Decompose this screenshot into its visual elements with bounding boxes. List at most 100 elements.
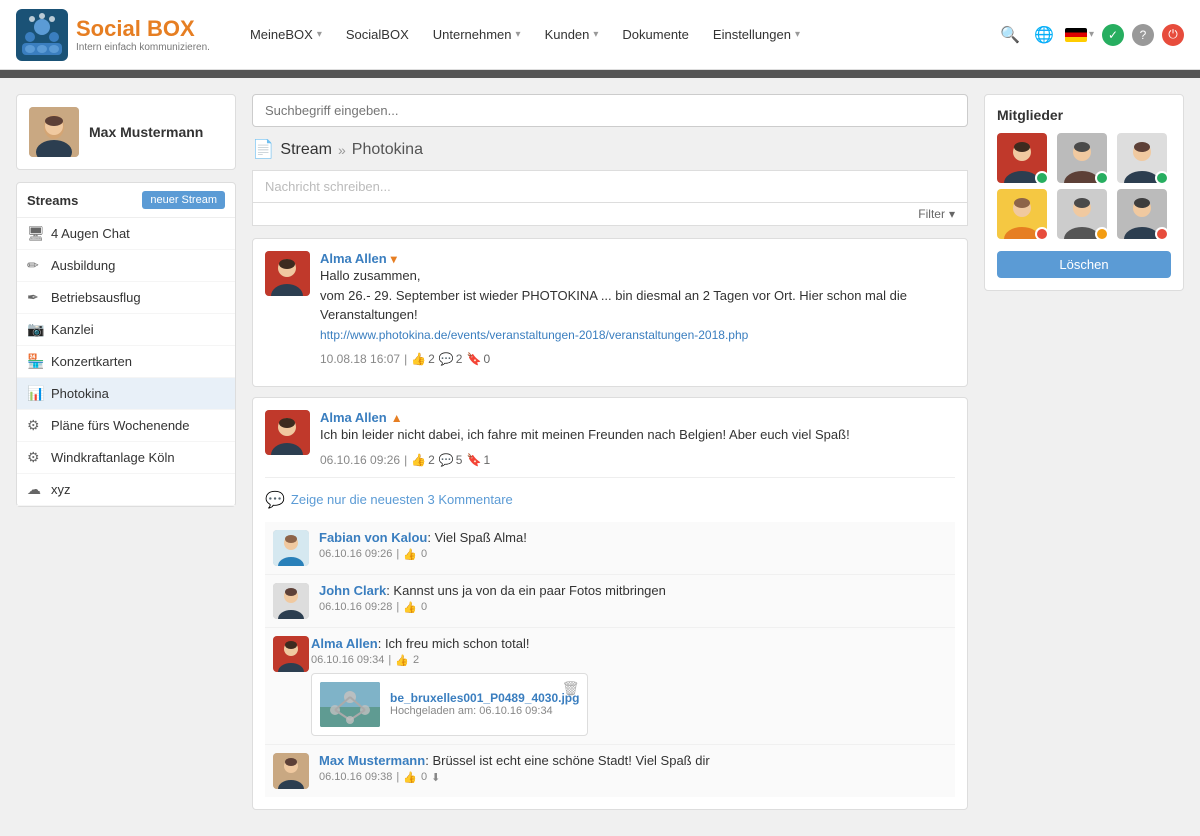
new-stream-button[interactable]: neuer Stream <box>142 191 225 209</box>
members-title: Mitglieder <box>997 107 1171 123</box>
sidebar-item-ausbildung[interactable]: ✏ Ausbildung <box>17 250 235 282</box>
member-2[interactable] <box>1057 133 1107 183</box>
filter-bar: Filter ▾ <box>252 203 968 226</box>
status-badge <box>1035 227 1049 241</box>
document-icon: 📄 <box>252 139 274 160</box>
status-badge <box>1095 227 1109 241</box>
streams-title: Streams <box>27 193 78 208</box>
nav-item-einstellungen[interactable]: Einstellungen ▾ <box>703 19 810 50</box>
logo-title-part1: Social <box>76 16 141 41</box>
globe-icon[interactable]: 🌐 <box>1031 22 1057 48</box>
nav-item-unternehmen[interactable]: Unternehmen ▾ <box>423 19 531 50</box>
center-content: 📄 Stream » Photokina Nachricht schreiben… <box>252 94 968 820</box>
comment-2-meta: 06.10.16 09:28 | 👍 0 <box>319 601 947 614</box>
sidebar-item-xyz[interactable]: ☁ xyz <box>17 474 235 506</box>
comment-1-body: Fabian von Kalou: Viel Spaß Alma! 06.10.… <box>319 530 947 561</box>
comment-4-meta: 06.10.16 09:38 | 👍 0 ⬇ <box>319 771 947 784</box>
sidebar-item-windkraft[interactable]: ⚙ Windkraftanlage Köln <box>17 442 235 474</box>
logo[interactable]: Social BOX Intern einfach kommunizieren. <box>16 9 210 61</box>
comment-4: Max Mustermann: Brüssel ist echt eine sc… <box>265 745 955 797</box>
sidebar-item-betriebsausflug[interactable]: ✒ Betriebsausflug <box>17 282 235 314</box>
left-sidebar: Max Mustermann Streams neuer Stream 🖥 4 … <box>16 94 236 820</box>
chevron-down-icon: ▾ <box>593 29 598 40</box>
main-layout: Max Mustermann Streams neuer Stream 🖥 4 … <box>0 78 1200 836</box>
sidebar-item-konzertkarten[interactable]: 🏪 Konzertkarten <box>17 346 235 378</box>
thumbs-up-icon: 👍 <box>403 548 417 561</box>
post-1-link[interactable]: http://www.photokina.de/events/veranstal… <box>320 328 748 342</box>
cloud-icon: ☁ <box>27 481 43 498</box>
comment-3: Alma Allen: Ich freu mich schon total! 0… <box>265 628 955 745</box>
nav-item-meinebox[interactable]: MeineBOX ▾ <box>240 19 332 50</box>
language-selector[interactable]: ▾ <box>1065 28 1094 42</box>
post-1: Alma Allen ▾ Hallo zusammen, vom 26.- 29… <box>252 238 968 387</box>
filter-arrow-icon[interactable]: ▾ <box>949 207 955 221</box>
chevron-up-icon: ▲ <box>391 411 403 425</box>
nav-item-kunden[interactable]: Kunden ▾ <box>535 19 609 50</box>
attachment-thumbnail <box>320 682 380 727</box>
help-icon[interactable]: ? <box>1132 24 1154 46</box>
sidebar-item-kanzlei[interactable]: 📷 Kanzlei <box>17 314 235 346</box>
avatar <box>273 530 309 566</box>
gear-icon: ⚙ <box>27 449 43 466</box>
member-5[interactable] <box>1057 189 1107 239</box>
nav-links: MeineBOX ▾ SocialBOX Unternehmen ▾ Kunde… <box>240 19 997 50</box>
right-sidebar: Mitglieder <box>984 94 1184 820</box>
power-icon[interactable]: ⏻ <box>1162 24 1184 46</box>
breadcrumb-stream: Stream <box>280 141 332 159</box>
delete-button[interactable]: Löschen <box>997 251 1171 278</box>
attachment-filename[interactable]: be_bruxelles001_P0489_4030.jpg <box>390 691 579 705</box>
member-6[interactable] <box>1117 189 1167 239</box>
user-name: Max Mustermann <box>89 124 203 140</box>
post-2-meta: Alma Allen ▲ Ich bin leider nicht dabei,… <box>320 410 955 467</box>
sidebar-item-4augenchat[interactable]: 🖥 4 Augen Chat <box>17 218 235 250</box>
bookmark-icon: 🔖 <box>466 352 481 366</box>
member-3[interactable] <box>1117 133 1167 183</box>
compose-box[interactable]: Nachricht schreiben... <box>252 170 968 203</box>
status-badge <box>1035 171 1049 185</box>
comment-2-body: John Clark: Kannst uns ja von da ein paa… <box>319 583 947 614</box>
post-1-bookmarks: 🔖 0 <box>466 352 490 366</box>
logo-text: Social BOX Intern einfach kommunizieren. <box>76 16 210 53</box>
user-card: Max Mustermann <box>16 94 236 170</box>
search-icon[interactable]: 🔍 <box>997 22 1023 48</box>
post-2-header: Alma Allen ▲ Ich bin leider nicht dabei,… <box>265 410 955 467</box>
logo-icon <box>16 9 68 61</box>
search-input[interactable] <box>265 103 955 118</box>
sidebar-item-photokina[interactable]: 📊 Photokina <box>17 378 235 410</box>
thumbs-up-icon: 👍 <box>403 601 417 614</box>
pen-icon: ✒ <box>27 289 43 306</box>
breadcrumb-current: Photokina <box>352 141 423 159</box>
comment-4-body: Max Mustermann: Brüssel ist echt eine sc… <box>319 753 947 784</box>
gear-icon: ⚙ <box>27 417 43 434</box>
post-1-meta: Alma Allen ▾ Hallo zusammen, vom 26.- 29… <box>320 251 955 366</box>
store-icon: 🏪 <box>27 353 43 370</box>
status-badge <box>1155 171 1169 185</box>
top-icons: 🔍 🌐 ▾ ✓ ? ⏻ <box>997 22 1184 48</box>
post-1-comments: 💬 2 <box>439 352 463 366</box>
nav-item-socialbox[interactable]: SocialBOX <box>336 19 419 50</box>
post-2-author: Alma Allen ▲ <box>320 410 955 425</box>
comment-icon: 💬 <box>439 352 454 366</box>
delete-icon[interactable]: 🗑 <box>562 680 580 697</box>
comment-1: Fabian von Kalou: Viel Spaß Alma! 06.10.… <box>265 522 955 575</box>
download-icon[interactable]: ⬇ <box>431 771 440 784</box>
post-2-footer: 06.10.16 09:26 | 👍 2 💬 5 🔖 1 <box>320 453 955 467</box>
status-badge <box>1095 171 1109 185</box>
streams-section: Streams neuer Stream 🖥 4 Augen Chat ✏ Au… <box>16 182 236 507</box>
show-comments-button[interactable]: 💬 Zeige nur die neuesten 3 Kommentare <box>265 486 955 514</box>
pencil-icon: ✏ <box>27 257 43 274</box>
status-badge <box>1155 227 1169 241</box>
sidebar-item-plaene[interactable]: ⚙ Pläne fürs Wochenende <box>17 410 235 442</box>
status-check-icon[interactable]: ✓ <box>1102 24 1124 46</box>
members-card: Mitglieder <box>984 94 1184 291</box>
comment-1-meta: 06.10.16 09:26 | 👍 0 <box>319 548 947 561</box>
member-1[interactable] <box>997 133 1047 183</box>
nav-item-dokumente[interactable]: Dokumente <box>612 19 698 50</box>
member-4[interactable] <box>997 189 1047 239</box>
bookmark-icon: 🔖 <box>466 453 481 467</box>
search-bar <box>252 94 968 127</box>
chevron-down-icon: ▾ <box>391 252 397 266</box>
attachment-date: Hochgeladen am: 06.10.16 09:34 <box>390 705 579 717</box>
chart-icon: 📊 <box>27 385 43 402</box>
breadcrumb-arrow: » <box>338 142 346 158</box>
